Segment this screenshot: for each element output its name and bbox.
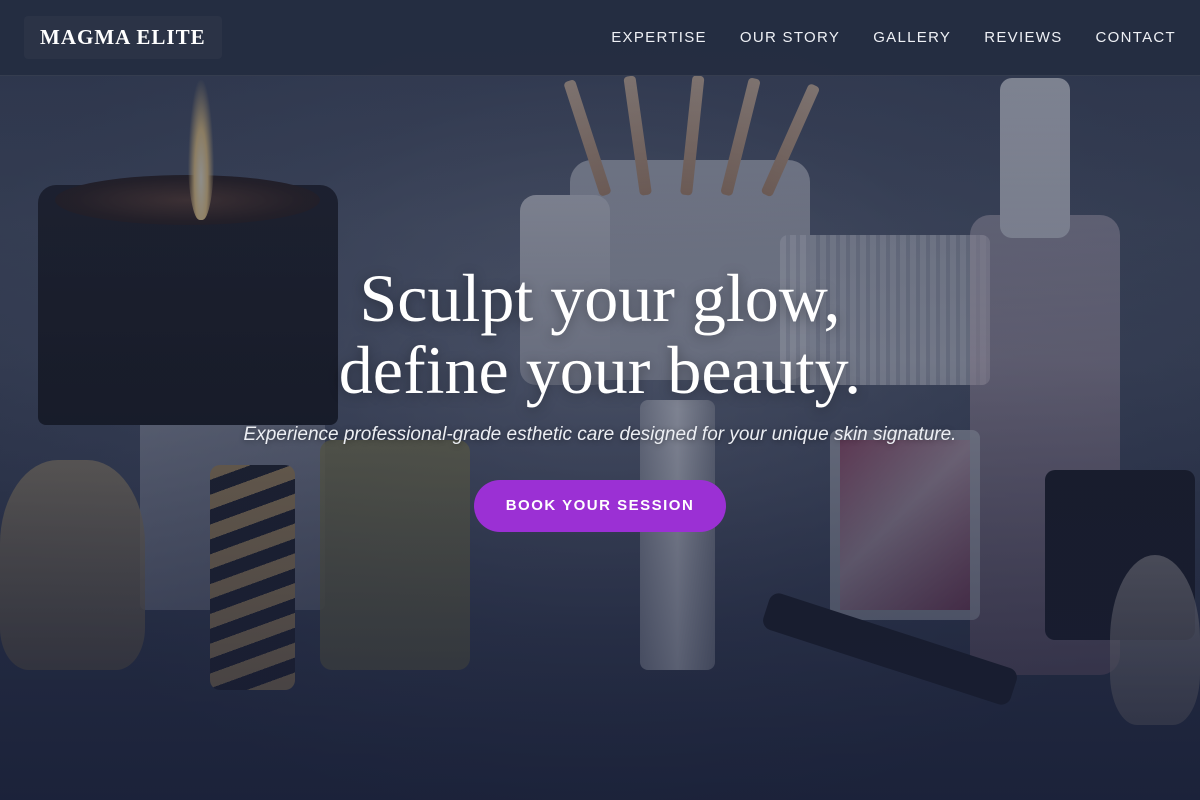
nav-links: EXPERTISE OUR STORY GALLERY REVIEWS CONT… bbox=[611, 29, 1176, 46]
brand-logo[interactable]: MAGMA ELITE bbox=[24, 16, 222, 59]
hero-headline: Sculpt your glow, define your beauty. bbox=[0, 262, 1200, 406]
nav-link-gallery[interactable]: GALLERY bbox=[873, 29, 951, 46]
book-session-button[interactable]: BOOK YOUR SESSION bbox=[474, 480, 726, 532]
hero-content: Sculpt your glow, define your beauty. Ex… bbox=[0, 262, 1200, 532]
hero-headline-line-1: Sculpt your glow, bbox=[359, 260, 841, 336]
nav-link-our-story[interactable]: OUR STORY bbox=[740, 29, 840, 46]
nav-link-reviews[interactable]: REVIEWS bbox=[984, 29, 1062, 46]
hero-section: MAGMA ELITE EXPERTISE OUR STORY GALLERY … bbox=[0, 0, 1200, 800]
nav-link-contact[interactable]: CONTACT bbox=[1096, 29, 1176, 46]
hero-subtitle: Experience professional-grade esthetic c… bbox=[243, 424, 957, 445]
hero-headline-line-2: define your beauty. bbox=[338, 332, 862, 408]
top-navbar: MAGMA ELITE EXPERTISE OUR STORY GALLERY … bbox=[0, 0, 1200, 76]
nav-link-expertise[interactable]: EXPERTISE bbox=[611, 29, 707, 46]
